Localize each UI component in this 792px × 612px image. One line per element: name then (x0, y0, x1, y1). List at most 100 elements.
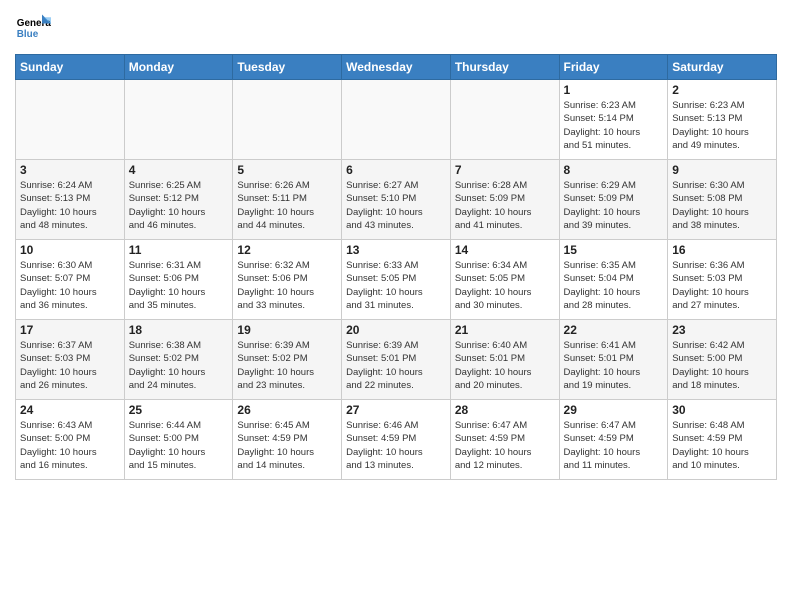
day-number: 30 (672, 403, 772, 417)
calendar-cell: 8Sunrise: 6:29 AM Sunset: 5:09 PM Daylig… (559, 160, 668, 240)
weekday-header-wednesday: Wednesday (342, 55, 451, 80)
day-number: 3 (20, 163, 120, 177)
day-info: Sunrise: 6:27 AM Sunset: 5:10 PM Dayligh… (346, 179, 446, 232)
calendar-week-row: 17 Sunrise: 6:37 AM Sunset: 5:03 PM Dayli… (16, 320, 777, 400)
calendar-cell: 18 Sunrise: 6:38 AM Sunset: 5:02 PM Dayli… (124, 320, 233, 400)
calendar-cell (342, 80, 451, 160)
calendar-cell: 27 Sunrise: 6:46 AM Sunset: 4:59 PM Dayli… (342, 400, 451, 480)
day-info: Sunrise: 6:32 AM Sunset: 5:06 PM Dayligh… (237, 259, 337, 312)
day-info: Sunrise: 6:25 AM Sunset: 5:12 PM Dayligh… (129, 179, 229, 232)
day-info: Sunrise: 6:34 AM Sunset: 5:05 PM Dayligh… (455, 259, 555, 312)
day-info: Sunrise: 6:40 AM Sunset: 5:01 PM Dayligh… (455, 339, 555, 392)
day-number: 29 (564, 403, 664, 417)
day-number: 2 (672, 83, 772, 97)
day-info: Sunrise: 6:48 AM Sunset: 4:59 PM Dayligh… (672, 419, 772, 472)
calendar-cell (16, 80, 125, 160)
day-info: Sunrise: 6:24 AM Sunset: 5:13 PM Dayligh… (20, 179, 120, 232)
calendar-cell: 19Sunrise: 6:39 AM Sunset: 5:02 PM Dayli… (233, 320, 342, 400)
calendar-cell: 16 Sunrise: 6:36 AM Sunset: 5:03 PM Dayli… (668, 240, 777, 320)
day-number: 9 (672, 163, 772, 177)
weekday-header-thursday: Thursday (450, 55, 559, 80)
calendar-cell: 30 Sunrise: 6:48 AM Sunset: 4:59 PM Dayli… (668, 400, 777, 480)
calendar-cell: 15Sunrise: 6:35 AM Sunset: 5:04 PM Dayli… (559, 240, 668, 320)
weekday-header-saturday: Saturday (668, 55, 777, 80)
day-info: Sunrise: 6:33 AM Sunset: 5:05 PM Dayligh… (346, 259, 446, 312)
calendar-cell: 21 Sunrise: 6:40 AM Sunset: 5:01 PM Dayli… (450, 320, 559, 400)
weekday-header-tuesday: Tuesday (233, 55, 342, 80)
calendar-cell: 9 Sunrise: 6:30 AM Sunset: 5:08 PM Daylig… (668, 160, 777, 240)
day-info: Sunrise: 6:29 AM Sunset: 5:09 PM Dayligh… (564, 179, 664, 232)
day-info: Sunrise: 6:31 AM Sunset: 5:06 PM Dayligh… (129, 259, 229, 312)
day-info: Sunrise: 6:39 AM Sunset: 5:01 PM Dayligh… (346, 339, 446, 392)
weekday-header-sunday: Sunday (16, 55, 125, 80)
calendar-page: General Blue SundayMondayTuesdayWednesda… (0, 0, 792, 490)
day-number: 28 (455, 403, 555, 417)
calendar-cell: 6Sunrise: 6:27 AM Sunset: 5:10 PM Daylig… (342, 160, 451, 240)
day-number: 1 (564, 83, 664, 97)
day-number: 16 (672, 243, 772, 257)
day-info: Sunrise: 6:36 AM Sunset: 5:03 PM Dayligh… (672, 259, 772, 312)
logo-icon: General Blue (15, 10, 51, 46)
calendar-table: SundayMondayTuesdayWednesdayThursdayFrid… (15, 54, 777, 480)
day-info: Sunrise: 6:30 AM Sunset: 5:08 PM Dayligh… (672, 179, 772, 232)
day-info: Sunrise: 6:30 AM Sunset: 5:07 PM Dayligh… (20, 259, 120, 312)
calendar-cell: 3 Sunrise: 6:24 AM Sunset: 5:13 PM Daylig… (16, 160, 125, 240)
calendar-cell: 5 Sunrise: 6:26 AM Sunset: 5:11 PM Daylig… (233, 160, 342, 240)
day-info: Sunrise: 6:37 AM Sunset: 5:03 PM Dayligh… (20, 339, 120, 392)
day-info: Sunrise: 6:45 AM Sunset: 4:59 PM Dayligh… (237, 419, 337, 472)
day-number: 17 (20, 323, 120, 337)
day-info: Sunrise: 6:47 AM Sunset: 4:59 PM Dayligh… (564, 419, 664, 472)
calendar-cell: 1 Sunrise: 6:23 AM Sunset: 5:14 PM Daylig… (559, 80, 668, 160)
day-number: 11 (129, 243, 229, 257)
calendar-cell: 24 Sunrise: 6:43 AM Sunset: 5:00 PM Dayli… (16, 400, 125, 480)
calendar-cell: 12Sunrise: 6:32 AM Sunset: 5:06 PM Dayli… (233, 240, 342, 320)
day-info: Sunrise: 6:26 AM Sunset: 5:11 PM Dayligh… (237, 179, 337, 232)
calendar-cell: 25 Sunrise: 6:44 AM Sunset: 5:00 PM Dayli… (124, 400, 233, 480)
day-number: 20 (346, 323, 446, 337)
day-number: 21 (455, 323, 555, 337)
day-info: Sunrise: 6:43 AM Sunset: 5:00 PM Dayligh… (20, 419, 120, 472)
calendar-week-row: 3 Sunrise: 6:24 AM Sunset: 5:13 PM Daylig… (16, 160, 777, 240)
calendar-cell (450, 80, 559, 160)
svg-text:Blue: Blue (17, 29, 39, 40)
calendar-cell (233, 80, 342, 160)
day-number: 26 (237, 403, 337, 417)
day-number: 5 (237, 163, 337, 177)
day-info: Sunrise: 6:42 AM Sunset: 5:00 PM Dayligh… (672, 339, 772, 392)
day-number: 25 (129, 403, 229, 417)
day-info: Sunrise: 6:28 AM Sunset: 5:09 PM Dayligh… (455, 179, 555, 232)
calendar-cell: 14 Sunrise: 6:34 AM Sunset: 5:05 PM Dayli… (450, 240, 559, 320)
day-info: Sunrise: 6:39 AM Sunset: 5:02 PM Dayligh… (237, 339, 337, 392)
day-info: Sunrise: 6:46 AM Sunset: 4:59 PM Dayligh… (346, 419, 446, 472)
day-number: 18 (129, 323, 229, 337)
calendar-cell: 13 Sunrise: 6:33 AM Sunset: 5:05 PM Dayli… (342, 240, 451, 320)
calendar-cell: 28 Sunrise: 6:47 AM Sunset: 4:59 PM Dayli… (450, 400, 559, 480)
day-info: Sunrise: 6:47 AM Sunset: 4:59 PM Dayligh… (455, 419, 555, 472)
calendar-cell: 22Sunrise: 6:41 AM Sunset: 5:01 PM Dayli… (559, 320, 668, 400)
day-number: 27 (346, 403, 446, 417)
calendar-cell: 4 Sunrise: 6:25 AM Sunset: 5:12 PM Daylig… (124, 160, 233, 240)
logo: General Blue (15, 10, 51, 46)
day-info: Sunrise: 6:23 AM Sunset: 5:14 PM Dayligh… (564, 99, 664, 152)
calendar-cell: 26 Sunrise: 6:45 AM Sunset: 4:59 PM Dayli… (233, 400, 342, 480)
calendar-week-row: 24 Sunrise: 6:43 AM Sunset: 5:00 PM Dayli… (16, 400, 777, 480)
day-info: Sunrise: 6:44 AM Sunset: 5:00 PM Dayligh… (129, 419, 229, 472)
calendar-cell: 17 Sunrise: 6:37 AM Sunset: 5:03 PM Dayli… (16, 320, 125, 400)
day-number: 4 (129, 163, 229, 177)
calendar-cell (124, 80, 233, 160)
day-number: 7 (455, 163, 555, 177)
calendar-cell: 10Sunrise: 6:30 AM Sunset: 5:07 PM Dayli… (16, 240, 125, 320)
day-number: 14 (455, 243, 555, 257)
calendar-week-row: 1 Sunrise: 6:23 AM Sunset: 5:14 PM Daylig… (16, 80, 777, 160)
day-number: 24 (20, 403, 120, 417)
calendar-cell: 23Sunrise: 6:42 AM Sunset: 5:00 PM Dayli… (668, 320, 777, 400)
day-number: 13 (346, 243, 446, 257)
calendar-cell: 11 Sunrise: 6:31 AM Sunset: 5:06 PM Dayli… (124, 240, 233, 320)
day-info: Sunrise: 6:38 AM Sunset: 5:02 PM Dayligh… (129, 339, 229, 392)
weekday-header-monday: Monday (124, 55, 233, 80)
weekday-header-row: SundayMondayTuesdayWednesdayThursdayFrid… (16, 55, 777, 80)
day-info: Sunrise: 6:23 AM Sunset: 5:13 PM Dayligh… (672, 99, 772, 152)
weekday-header-friday: Friday (559, 55, 668, 80)
page-header: General Blue (15, 10, 777, 46)
calendar-cell: 20 Sunrise: 6:39 AM Sunset: 5:01 PM Dayli… (342, 320, 451, 400)
